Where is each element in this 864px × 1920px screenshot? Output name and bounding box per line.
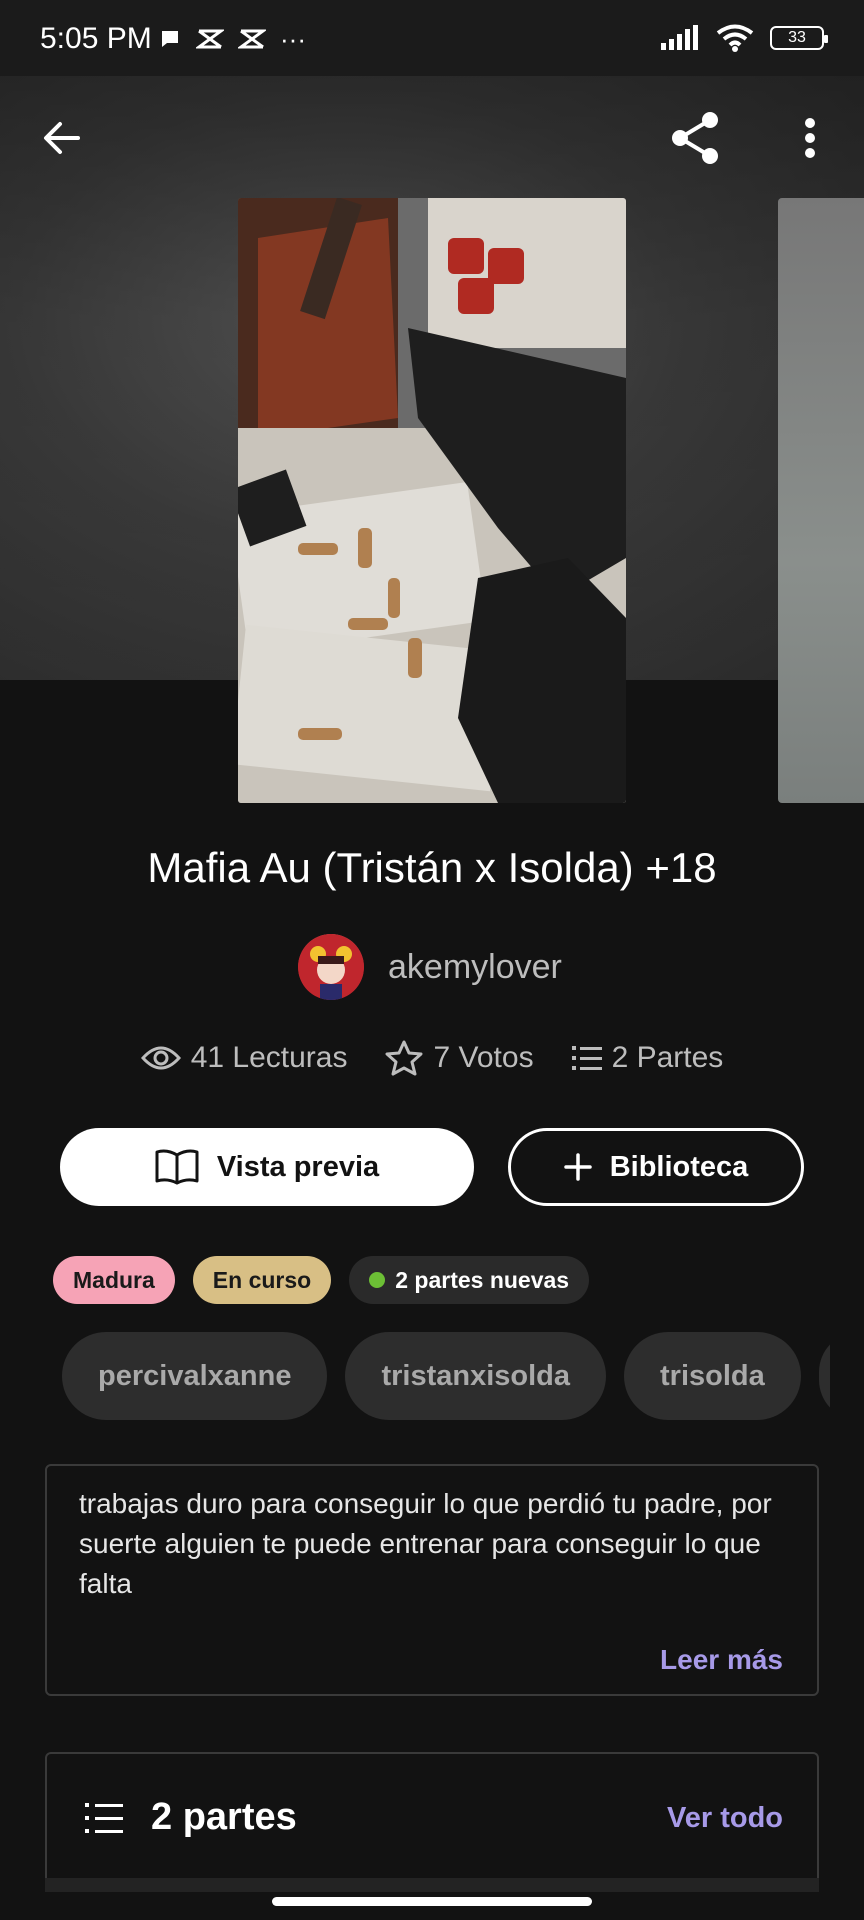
votes-stat: 7 Votos [385,1040,534,1076]
back-button[interactable] [34,110,90,166]
list-icon [85,1802,123,1833]
tag-chip[interactable]: percivalxanne [62,1332,328,1420]
votes-count: 7 Votos [433,1041,534,1074]
new-parts-label: 2 partes nuevas [395,1266,570,1293]
parts-header: 2 partes [85,1796,297,1839]
parts-title: 2 partes [151,1796,297,1838]
new-indicator-dot [369,1272,386,1288]
story-cover[interactable] [238,198,626,803]
parts-list-edge [45,1878,819,1892]
signal-icon [661,25,698,50]
avatar[interactable] [298,934,364,1000]
cover-artwork [238,198,626,803]
tag-chip[interactable]: l [818,1332,830,1420]
read-more-link[interactable]: Leer más [660,1644,783,1676]
reads-count: 41 Lecturas [190,1041,348,1074]
preview-label: Vista previa [216,1150,380,1183]
home-indicator[interactable] [272,1897,592,1906]
tags-scroller[interactable]: percivalxanne tristanxisolda trisolda l [62,1332,830,1420]
capcut-icon [196,29,224,49]
more-options-button[interactable] [782,110,838,166]
description-text: trabajas duro para conseguir lo que perd… [79,1488,772,1599]
plus-icon [563,1153,592,1181]
more-vertical-icon [805,118,815,158]
status-badge: En curso [192,1256,332,1304]
parts-stat: 2 Partes [571,1040,724,1076]
share-button[interactable] [668,110,724,166]
status-time: 5:05 PM [40,22,152,55]
mature-badge: Madura [53,1256,175,1304]
story-stats: 41 Lecturas 7 Votos 2 Partes [0,1040,864,1076]
preview-button[interactable]: Vista previa [60,1128,474,1206]
capcut-icon [238,29,266,49]
description-card: trabajas duro para conseguir lo que perd… [45,1464,819,1696]
more-notifications-icon: ··· [280,24,306,54]
tag-chip[interactable]: trisolda [624,1332,801,1420]
notification-icons: ··· [158,24,306,54]
tag-chip[interactable]: tristanxisolda [345,1332,607,1420]
story-badges: Madura En curso 2 partes nuevas [53,1256,590,1304]
list-icon [571,1046,602,1070]
eye-icon [140,1046,181,1070]
reads-stat: 41 Lecturas [140,1040,348,1076]
view-all-link[interactable]: Ver todo [667,1802,783,1835]
chat-bubble-icon [162,31,178,47]
story-title: Mafia Au (Tristán x Isolda) +18 [147,844,717,891]
book-open-icon [155,1149,199,1185]
new-parts-badge: 2 partes nuevas [349,1256,590,1304]
next-story-cover[interactable] [778,198,864,803]
author-link[interactable]: akemylover [298,934,562,1000]
star-icon [385,1040,423,1076]
share-icon [672,112,718,164]
add-to-library-button[interactable]: Biblioteca [508,1128,804,1206]
avatar-image [298,934,364,1000]
library-label: Biblioteca [609,1150,749,1183]
system-icons: 33 [660,24,828,52]
author-name[interactable]: akemylover [388,948,562,987]
battery-icon: 33 [770,26,828,50]
status-bar: 5:05 PM ··· 33 [0,0,864,76]
parts-section: 2 partes Ver todo [45,1752,819,1886]
back-arrow-icon [44,122,80,154]
wifi-icon [716,24,754,52]
parts-count: 2 Partes [611,1041,724,1074]
